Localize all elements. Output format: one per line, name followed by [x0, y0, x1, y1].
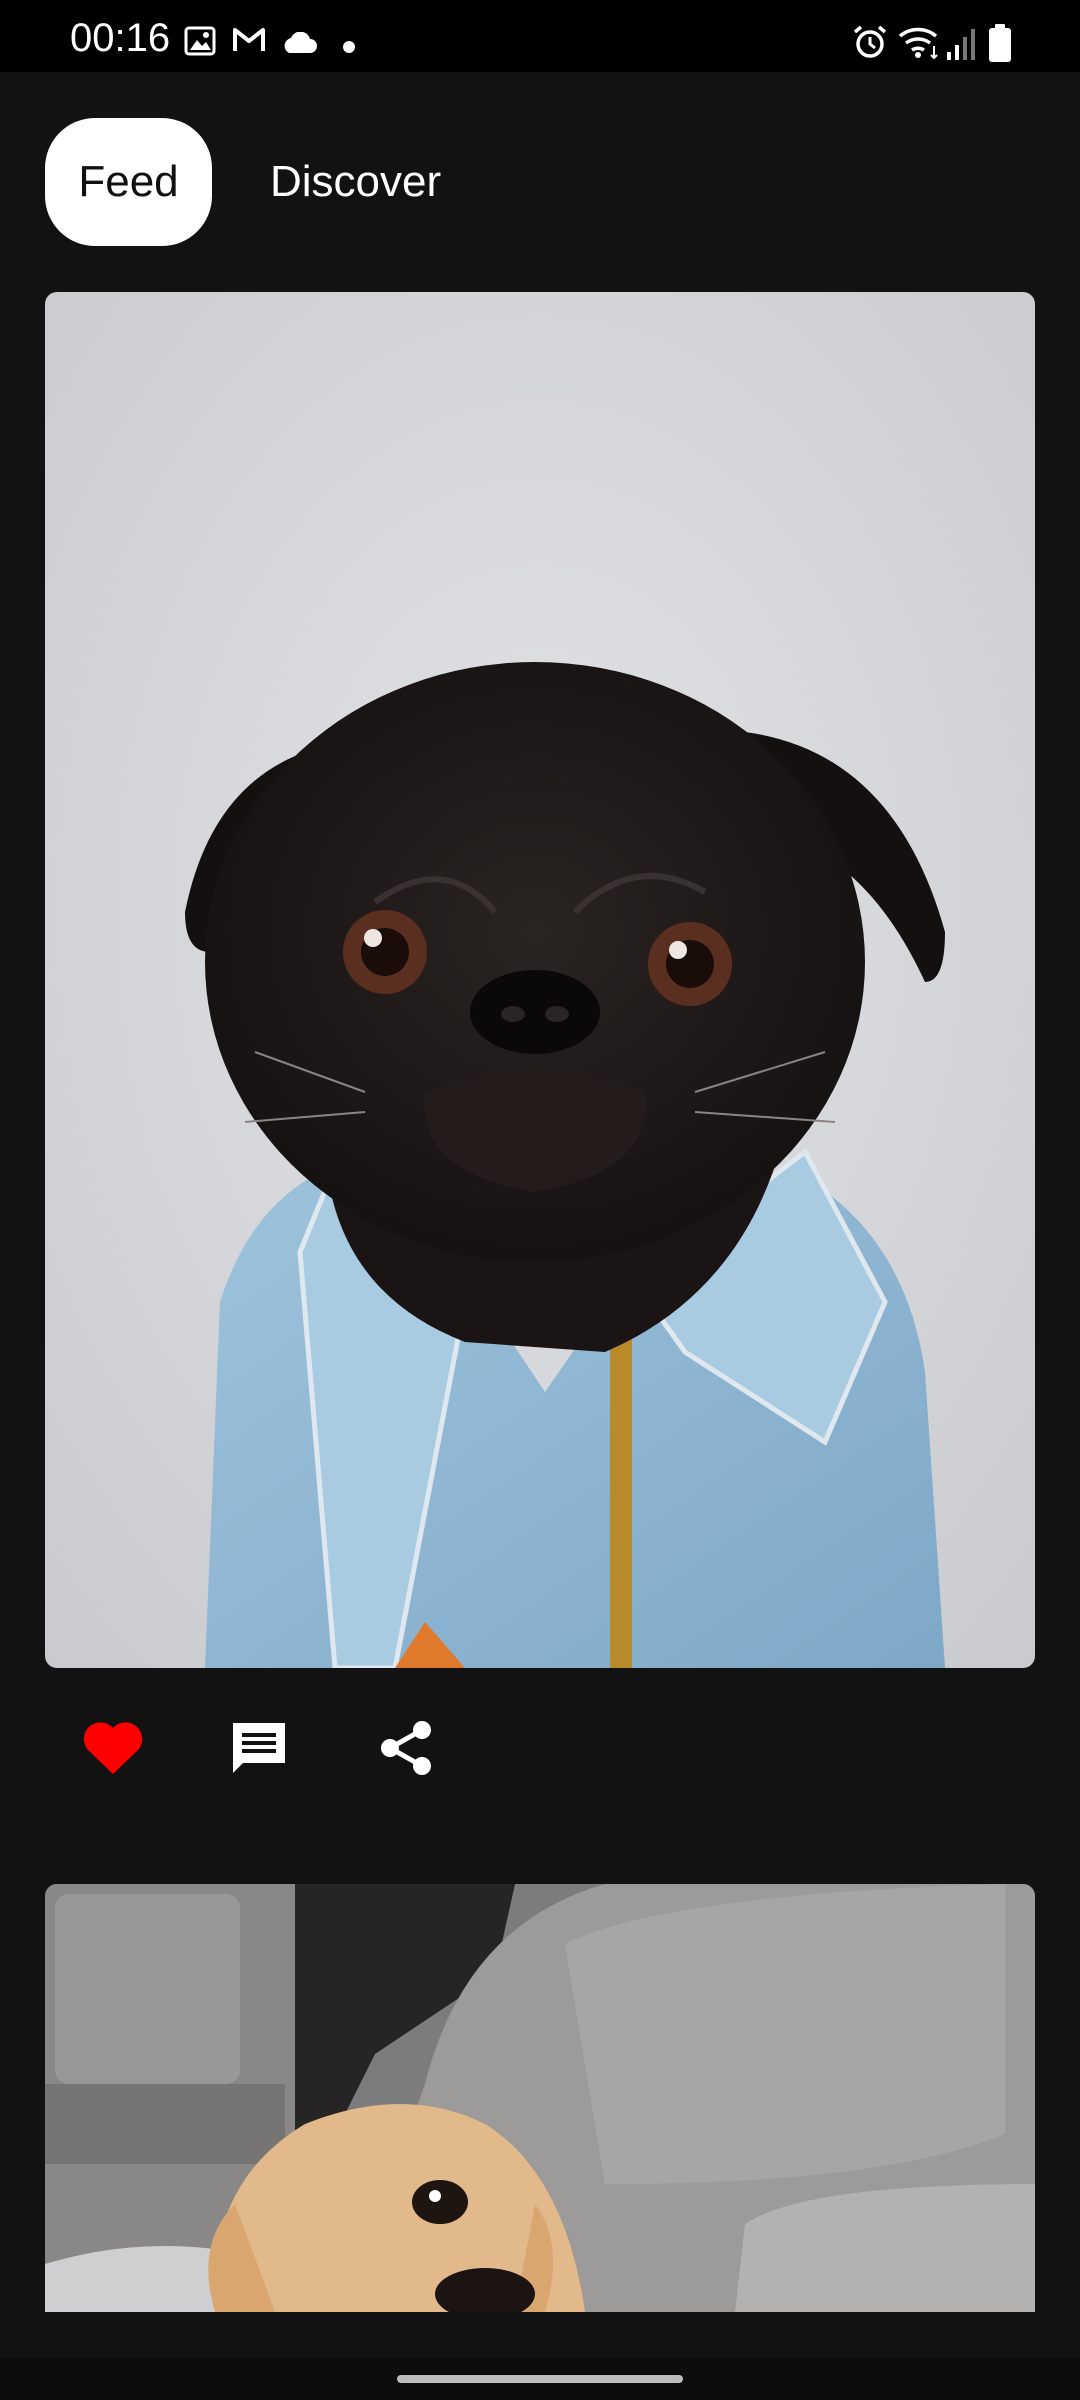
comment-icon	[229, 1719, 289, 1782]
tab-feed[interactable]: Feed	[45, 118, 212, 246]
post-actions	[0, 1710, 1080, 1790]
tab-discover[interactable]: Discover	[270, 118, 441, 246]
tab-feed-label: Feed	[78, 157, 179, 206]
gmail-icon	[232, 26, 266, 59]
share-icon	[378, 1718, 434, 1783]
alarm-icon	[852, 24, 888, 65]
home-gesture-handle[interactable]	[397, 2375, 683, 2383]
post-image-puppy[interactable]	[45, 1884, 1035, 2312]
wifi-icon	[898, 24, 942, 65]
signal-icon	[946, 28, 976, 65]
comment-button[interactable]	[219, 1710, 299, 1790]
gallery-icon	[184, 26, 216, 61]
cloud-icon	[280, 31, 318, 59]
post-image-pug[interactable]	[45, 292, 1035, 1668]
share-button[interactable]	[366, 1710, 446, 1790]
status-bar: 00:16	[0, 0, 1080, 72]
tab-discover-label: Discover	[270, 157, 442, 206]
battery-icon	[988, 24, 1012, 67]
status-time: 00:16	[70, 16, 171, 60]
dot-icon	[343, 40, 355, 58]
like-button[interactable]	[73, 1710, 153, 1790]
heart-icon	[82, 1720, 144, 1781]
